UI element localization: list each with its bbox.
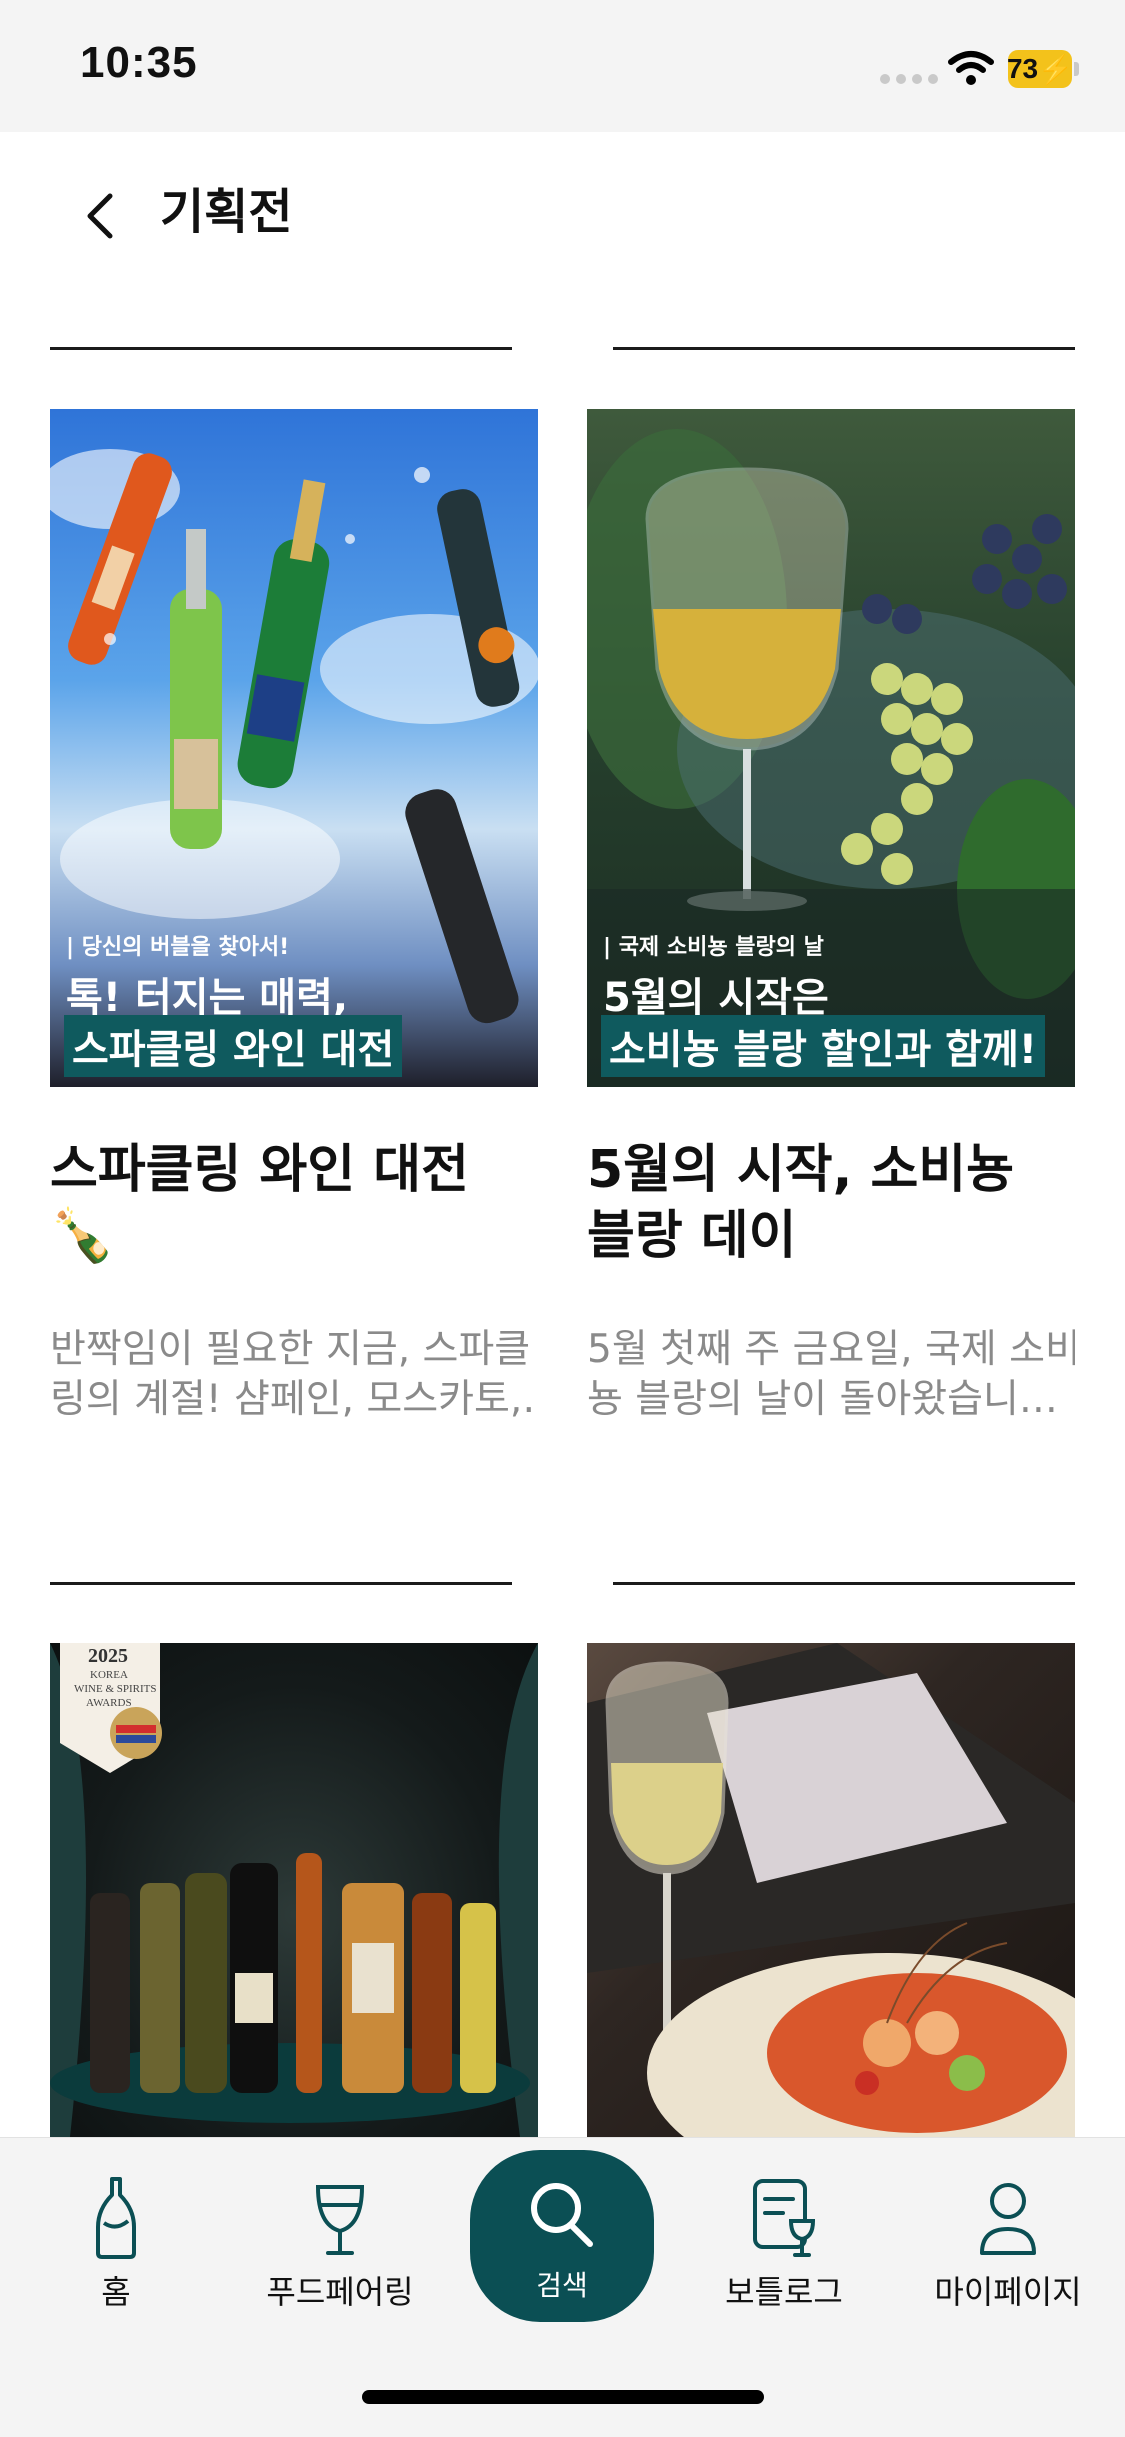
sparkling-emoji-icon: 🍾 bbox=[50, 1206, 115, 1266]
card-divider bbox=[50, 1582, 512, 1585]
home-indicator[interactable] bbox=[362, 2390, 764, 2404]
bottle-log-icon bbox=[753, 2179, 816, 2257]
exhibition-card[interactable]: | 당신의 버블을 찾아서! 톡! 터지는 매력, 스파클링 와인 대전 스파클… bbox=[50, 347, 538, 1447]
battery-nub bbox=[1074, 62, 1079, 76]
page-title: 기획전 bbox=[160, 184, 293, 240]
card-divider bbox=[613, 347, 1075, 350]
card-image[interactable] bbox=[587, 1643, 1075, 2137]
card-divider bbox=[50, 347, 512, 350]
tab-label: 검색 bbox=[536, 2269, 588, 2302]
person-icon bbox=[980, 2183, 1036, 2255]
wine-and-food-image bbox=[587, 1643, 1075, 2137]
banner-subtitle: | 당신의 버블을 찾아서! bbox=[66, 935, 290, 960]
award-badge-year: 2025 bbox=[88, 1645, 128, 1667]
banner-subtitle: | 국제 소비뇽 블랑의 날 bbox=[603, 935, 824, 960]
tab-food-pairing[interactable]: 푸드페어링 bbox=[240, 2175, 440, 2313]
tab-my-page[interactable]: 마이페이지 bbox=[908, 2175, 1108, 2313]
card-title: 스파클링 와인 대전 🍾 bbox=[50, 1137, 538, 1269]
status-bar: 10:35 73 ⚡ bbox=[0, 0, 1125, 132]
exhibition-card[interactable] bbox=[587, 1582, 1075, 2137]
tab-label: 푸드페어링 bbox=[266, 2273, 414, 2311]
banner-headline-highlight: 스파클링 와인 대전 bbox=[64, 1015, 403, 1077]
card-image[interactable]: 2025 KOREA WINE & SPIRITS AWARDS bbox=[50, 1643, 538, 2137]
exhibition-card[interactable]: | 국제 소비뇽 블랑의 날 5월의 시작은 소비뇽 블랑 할인과 함께! 5월… bbox=[587, 347, 1075, 1447]
banner-headline-highlight: 소비뇽 블랑 할인과 함께! bbox=[601, 1015, 1046, 1077]
wifi-icon bbox=[948, 51, 994, 85]
award-badge-line1: KOREA bbox=[90, 1669, 128, 1681]
card-image[interactable]: | 당신의 버블을 찾아서! 톡! 터지는 매력, 스파클링 와인 대전 bbox=[50, 409, 538, 1087]
tab-label: 홈 bbox=[101, 2273, 131, 2311]
exhibition-card[interactable]: 2025 KOREA WINE & SPIRITS AWARDS bbox=[50, 1582, 538, 2137]
card-divider bbox=[613, 1582, 1075, 1585]
award-wines-image bbox=[50, 1643, 538, 2137]
tab-home[interactable]: 홈 bbox=[16, 2175, 216, 2313]
search-icon bbox=[531, 2183, 593, 2247]
award-badge-line3: AWARDS bbox=[86, 1697, 132, 1709]
card-title: 5월의 시작, 소비뇽 블랑 데이 bbox=[587, 1140, 1015, 1266]
bottle-icon bbox=[96, 2177, 136, 2259]
back-button[interactable] bbox=[70, 180, 130, 250]
tab-label: 보틀로그 bbox=[725, 2273, 843, 2311]
status-time: 10:35 bbox=[80, 38, 198, 87]
tab-search[interactable]: 검색 bbox=[470, 2150, 654, 2322]
card-description: 반짝임이 필요한 지금, 스파클 링의 계절! 샴페인, 모스카토,… bbox=[50, 1327, 538, 1422]
card-description: 5월 첫째 주 금요일, 국제 소비 뇽 블랑의 날이 돌아왔습니… bbox=[587, 1327, 1075, 1422]
cellular-signal-icon bbox=[880, 74, 938, 84]
card-image[interactable]: | 국제 소비뇽 블랑의 날 5월의 시작은 소비뇽 블랑 할인과 함께! bbox=[587, 409, 1075, 1087]
tab-bottle-log[interactable]: 보틀로그 bbox=[684, 2175, 884, 2313]
battery-indicator: 73 ⚡ bbox=[1007, 50, 1073, 88]
award-badge-line2: WINE & SPIRITS bbox=[74, 1683, 157, 1695]
tab-label: 마이페이지 bbox=[934, 2273, 1082, 2311]
wine-glass-icon bbox=[315, 2185, 365, 2255]
